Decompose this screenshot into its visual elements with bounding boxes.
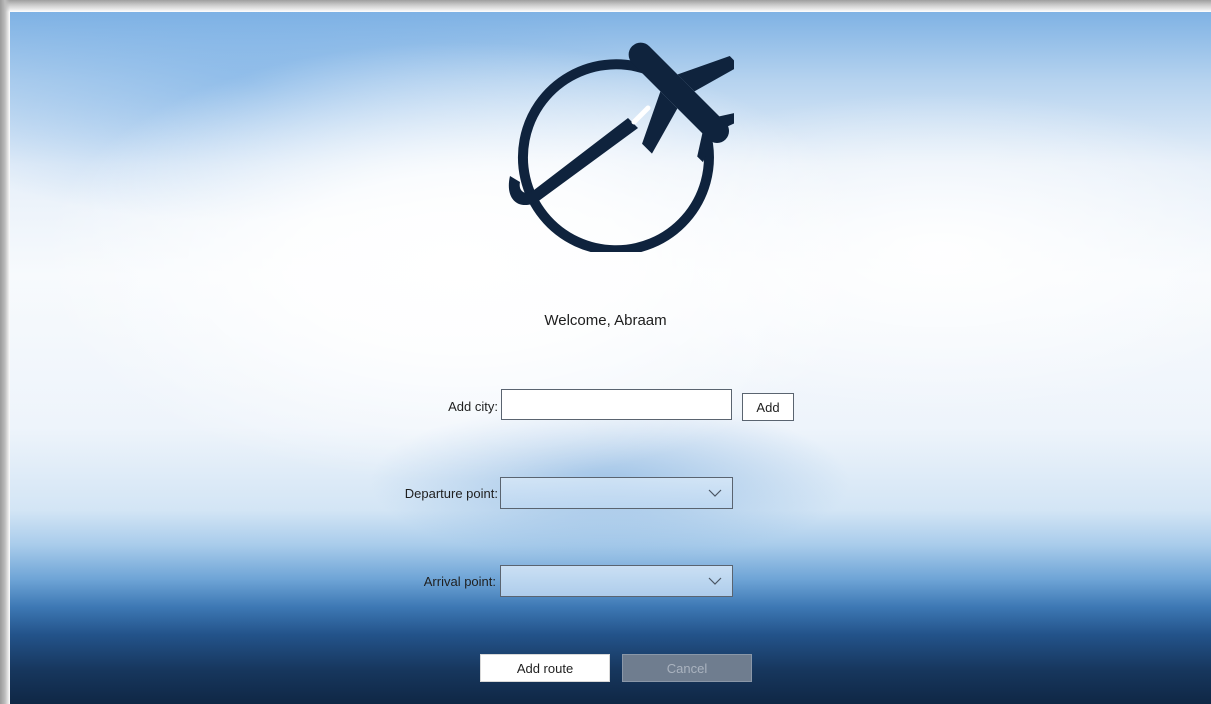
add-city-input[interactable]	[501, 389, 732, 420]
chevron-down-icon	[708, 489, 722, 497]
airplane-globe-icon	[508, 42, 734, 252]
cancel-button[interactable]: Cancel	[622, 654, 752, 682]
departure-point-select[interactable]	[500, 477, 733, 509]
add-route-button[interactable]: Add route	[480, 654, 610, 682]
window-frame-left	[0, 0, 10, 704]
chevron-down-icon	[708, 577, 722, 585]
departure-point-label: Departure point:	[404, 486, 498, 501]
arrival-point-label: Arrival point:	[423, 574, 496, 589]
arrival-point-select[interactable]	[500, 565, 733, 597]
app-window: Welcome, Abraam Add city: Add Departure …	[0, 0, 1211, 704]
window-frame-top	[0, 0, 1211, 12]
add-city-button[interactable]: Add	[742, 393, 794, 421]
add-city-label: Add city:	[448, 399, 498, 414]
welcome-message: Welcome, Abraam	[544, 312, 667, 329]
